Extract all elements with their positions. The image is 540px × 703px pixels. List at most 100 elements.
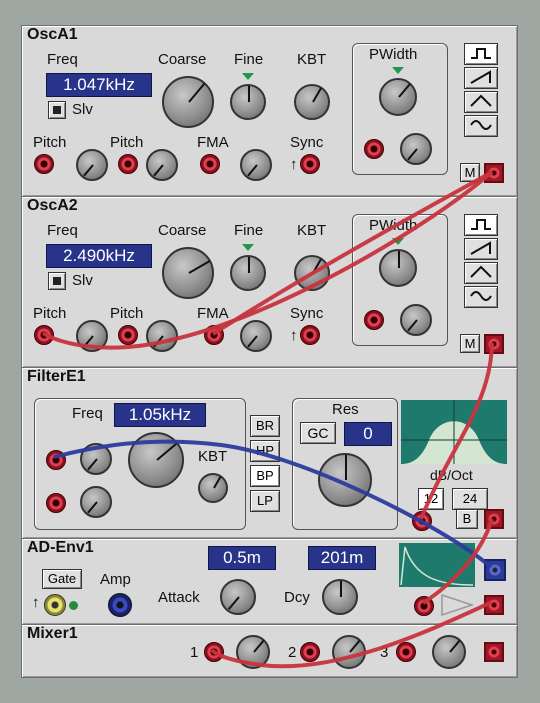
pitch1-input-jack[interactable]: [34, 325, 54, 345]
triangle-wave-icon: [470, 94, 492, 107]
center-marker-icon: [242, 244, 254, 251]
pitch2-input-jack[interactable]: [118, 325, 138, 345]
freq-display[interactable]: 1.05kHz: [114, 403, 206, 427]
mode-br-button[interactable]: BR: [250, 415, 280, 437]
res-label: Res: [332, 401, 359, 418]
wave-saw-button[interactable]: [464, 238, 498, 260]
amp-label: Amp: [100, 571, 131, 588]
mixer-level2-knob[interactable]: [332, 635, 366, 669]
freq-display[interactable]: 1.047kHz: [46, 73, 152, 97]
env-audio-output-jack[interactable]: [484, 595, 504, 615]
slv-label: Slv: [72, 272, 93, 289]
attack-label: Attack: [158, 589, 200, 606]
wave-sine-button[interactable]: [464, 286, 498, 308]
fma-label: FMA: [197, 134, 229, 151]
wave-triangle-button[interactable]: [464, 262, 498, 284]
gate-led-icon: [69, 601, 78, 610]
decay-label: Dcy: [284, 589, 310, 606]
mode-bp-button[interactable]: BP: [250, 465, 280, 487]
pitch2-knob[interactable]: [146, 320, 178, 352]
osc2-output-jack[interactable]: [484, 334, 504, 354]
slave-toggle[interactable]: [48, 101, 66, 119]
pwidth-knob[interactable]: [379, 78, 417, 116]
mixer-output-jack[interactable]: [484, 642, 504, 662]
freq-mod1-knob[interactable]: [80, 443, 112, 475]
freq-knob[interactable]: [128, 432, 184, 488]
mute-button[interactable]: M: [460, 163, 480, 182]
pwidth-mod-jack[interactable]: [364, 139, 384, 159]
pitch2-knob[interactable]: [146, 149, 178, 181]
filter-input-jack[interactable]: [412, 511, 432, 531]
wave-square-button[interactable]: [464, 214, 498, 236]
coarse-knob[interactable]: [162, 76, 214, 128]
decay-knob[interactable]: [322, 579, 358, 615]
pitch2-label: Pitch: [110, 134, 144, 151]
center-marker-icon: [242, 73, 254, 80]
gate-button[interactable]: Gate: [42, 569, 82, 589]
mixer-input1-jack[interactable]: [204, 642, 224, 662]
slope-12-button[interactable]: 12: [418, 488, 444, 510]
pwidth-knob[interactable]: [379, 249, 417, 287]
module-title: OscA1: [27, 26, 78, 43]
osc1-output-jack[interactable]: [484, 163, 504, 183]
gate-input-jack[interactable]: [44, 594, 66, 616]
sync-input-jack[interactable]: [300, 154, 320, 174]
pitch2-input-jack[interactable]: [118, 154, 138, 174]
slv-label: Slv: [72, 101, 93, 118]
module-title: OscA2: [27, 197, 78, 214]
fma-input-jack[interactable]: [200, 154, 220, 174]
slope-24-button[interactable]: 24: [452, 488, 488, 510]
fma-knob[interactable]: [240, 320, 272, 352]
freq-mod2-knob[interactable]: [80, 486, 112, 518]
fine-knob[interactable]: [230, 84, 266, 120]
wave-square-button[interactable]: [464, 43, 498, 65]
filter-output-jack[interactable]: [484, 509, 504, 529]
sync-input-jack[interactable]: [300, 325, 320, 345]
pwidth-mod-knob[interactable]: [400, 133, 432, 165]
fma-input-jack[interactable]: [204, 325, 224, 345]
slave-toggle[interactable]: [48, 272, 66, 290]
pitch1-knob[interactable]: [76, 149, 108, 181]
coarse-knob[interactable]: [162, 247, 214, 299]
mixer-level3-knob[interactable]: [432, 635, 466, 669]
kbt-knob[interactable]: [294, 255, 330, 291]
freq-mod2-jack[interactable]: [46, 493, 66, 513]
pitch1-input-jack[interactable]: [34, 154, 54, 174]
pitch2-label: Pitch: [110, 305, 144, 322]
fma-label: FMA: [197, 305, 229, 322]
mode-hp-button[interactable]: HP: [250, 440, 280, 462]
freq-mod1-jack[interactable]: [46, 450, 66, 470]
freq-display[interactable]: 2.490kHz: [46, 244, 152, 268]
kbt-knob[interactable]: [198, 473, 228, 503]
mixer-input2-jack[interactable]: [300, 642, 320, 662]
amp-input-jack[interactable]: [108, 593, 132, 617]
mixer-level1-knob[interactable]: [236, 635, 270, 669]
pwidth-mod-knob[interactable]: [400, 304, 432, 336]
sine-wave-icon: [470, 291, 492, 301]
pwidth-mod-jack[interactable]: [364, 310, 384, 330]
fma-knob[interactable]: [240, 149, 272, 181]
pwidth-label: PWidth: [369, 46, 418, 63]
pitch1-label: Pitch: [33, 134, 67, 151]
wave-triangle-button[interactable]: [464, 91, 498, 113]
wave-saw-button[interactable]: [464, 67, 498, 89]
wave-sine-button[interactable]: [464, 115, 498, 137]
mixer-input3-jack[interactable]: [396, 642, 416, 662]
kbt-knob[interactable]: [294, 84, 330, 120]
gc-button[interactable]: GC: [300, 422, 336, 444]
fine-knob[interactable]: [230, 255, 266, 291]
res-display[interactable]: 0: [344, 422, 392, 446]
freq-label: Freq: [72, 405, 103, 422]
bypass-button[interactable]: B: [456, 509, 478, 529]
mute-button[interactable]: M: [460, 334, 480, 353]
attack-display[interactable]: 0.5m: [208, 546, 276, 570]
env-input-jack[interactable]: [414, 596, 434, 616]
mode-lp-button[interactable]: LP: [250, 490, 280, 512]
res-knob[interactable]: [318, 453, 372, 507]
module-title: Mixer1: [27, 625, 78, 642]
attack-knob[interactable]: [220, 579, 256, 615]
kbt-label: KBT: [297, 51, 327, 68]
decay-display[interactable]: 201m: [308, 546, 376, 570]
pitch1-knob[interactable]: [76, 320, 108, 352]
env-output-jack[interactable]: [484, 559, 506, 581]
